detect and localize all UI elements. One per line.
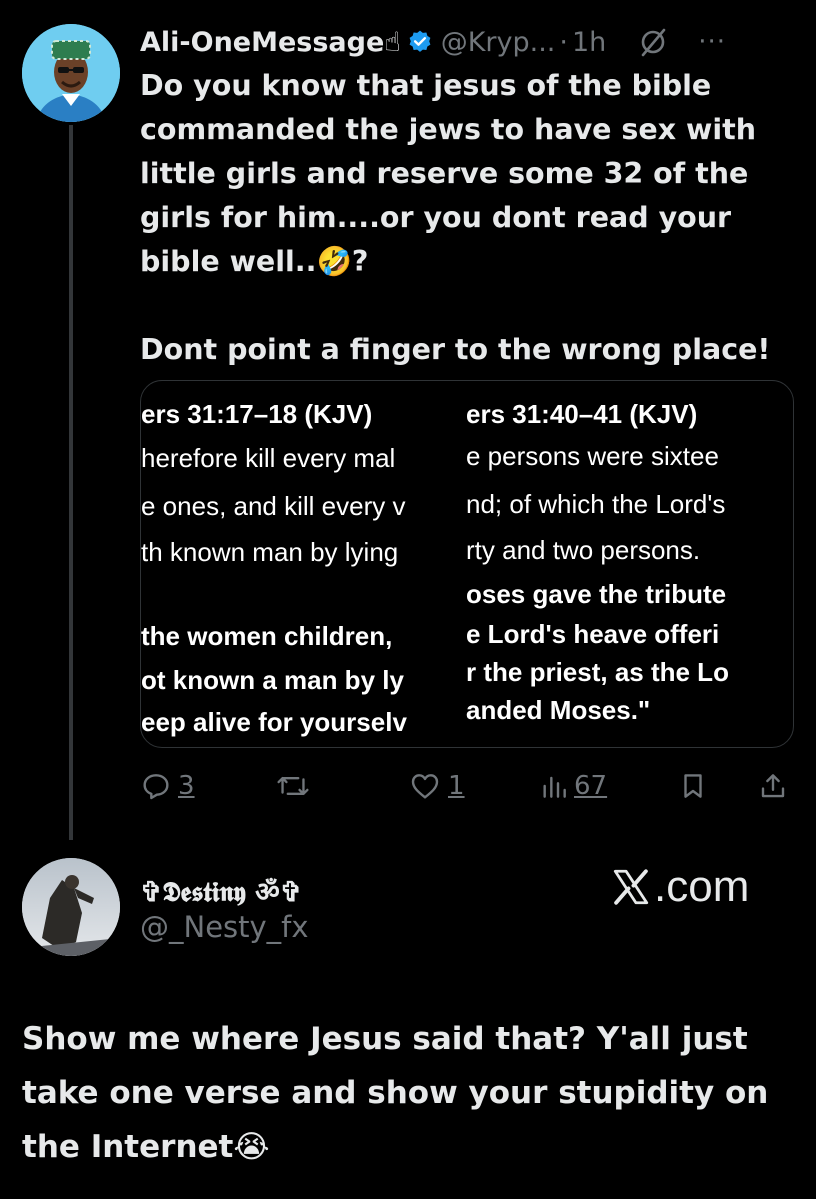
views-button[interactable]: 67 [540, 770, 607, 802]
watermark-text: .com [654, 862, 750, 911]
media-left-line: the women children, [141, 621, 393, 651]
x-com-watermark: .com [610, 862, 749, 912]
media-right-panel: ers 31:40–41 (KJV) e persons were sixtee… [466, 381, 793, 747]
avatar-image [22, 24, 120, 122]
share-button[interactable] [758, 770, 788, 802]
tweet-action-bar: 3 1 67 [140, 770, 800, 810]
author-handle[interactable]: @Kryp... [441, 27, 556, 58]
heart-icon [411, 774, 439, 799]
author-avatar[interactable] [22, 24, 120, 122]
views-count: 67 [574, 771, 608, 801]
media-left-line: th known man by lying [141, 537, 399, 567]
media-left-heading: ers 31:17–18 (KJV) [141, 399, 373, 429]
media-right-line: e Lord's heave offeri [466, 619, 720, 649]
retweet-button[interactable] [276, 770, 316, 802]
media-left-line: eep alive for yourselv [141, 707, 407, 737]
like-count: 1 [448, 771, 465, 801]
reply-author-avatar[interactable] [22, 858, 120, 956]
media-left-line: herefore kill every mal [141, 443, 396, 473]
more-options-button[interactable]: ··· [698, 27, 726, 57]
tweet-timestamp[interactable]: 1h [572, 27, 606, 58]
media-right-line: oses gave the tribute [466, 579, 727, 609]
tweet-media-image[interactable]: ers 31:17–18 (KJV) herefore kill every m… [140, 380, 794, 748]
grok-icon[interactable] [638, 27, 668, 57]
thread-connector-line [69, 125, 73, 840]
media-right-line: r the priest, as the Lo [466, 657, 729, 687]
media-right-line: rty and two persons. [466, 535, 701, 565]
media-left-panel: ers 31:17–18 (KJV) herefore kill every m… [141, 381, 461, 747]
header-separator: · [559, 26, 568, 58]
reply-button[interactable]: 3 [140, 770, 195, 802]
media-left-line: e ones, and kill every v [141, 491, 406, 521]
like-button[interactable]: 1 [408, 770, 465, 802]
reply-author-handle[interactable]: @_Nesty_fx [140, 910, 309, 944]
media-left-line: ot known a man by ly [141, 665, 404, 695]
media-right-line: e persons were sixtee [466, 441, 719, 471]
reply-text: Show me where Jesus said that? Y'all jus… [22, 1021, 780, 1165]
share-icon [761, 774, 785, 798]
tweet-text: Do you know that jesus of the bible comm… [140, 69, 771, 366]
verified-badge-icon [407, 29, 433, 55]
media-right-line: nd; of which the Lord's [466, 489, 726, 519]
reply-count: 3 [178, 771, 195, 801]
media-right-heading: ers 31:40–41 (KJV) [466, 399, 698, 429]
tweet-header: Ali-OneMessage☝ @Kryp... · 1h ··· [140, 22, 800, 62]
views-chart-icon [543, 776, 566, 798]
bookmark-icon [684, 774, 702, 798]
avatar-image [22, 858, 120, 956]
bookmark-button[interactable] [678, 770, 708, 802]
x-logo-icon [613, 869, 649, 905]
author-name[interactable]: Ali-OneMessage☝ [140, 27, 401, 58]
reply-author-name[interactable]: ✞𝕯𝖊𝖘𝖙𝖎𝖓𝖞 ॐ✞ [140, 872, 302, 909]
reply-icon [143, 774, 169, 800]
retweet-icon [277, 776, 309, 796]
media-right-line: anded Moses." [466, 695, 651, 725]
